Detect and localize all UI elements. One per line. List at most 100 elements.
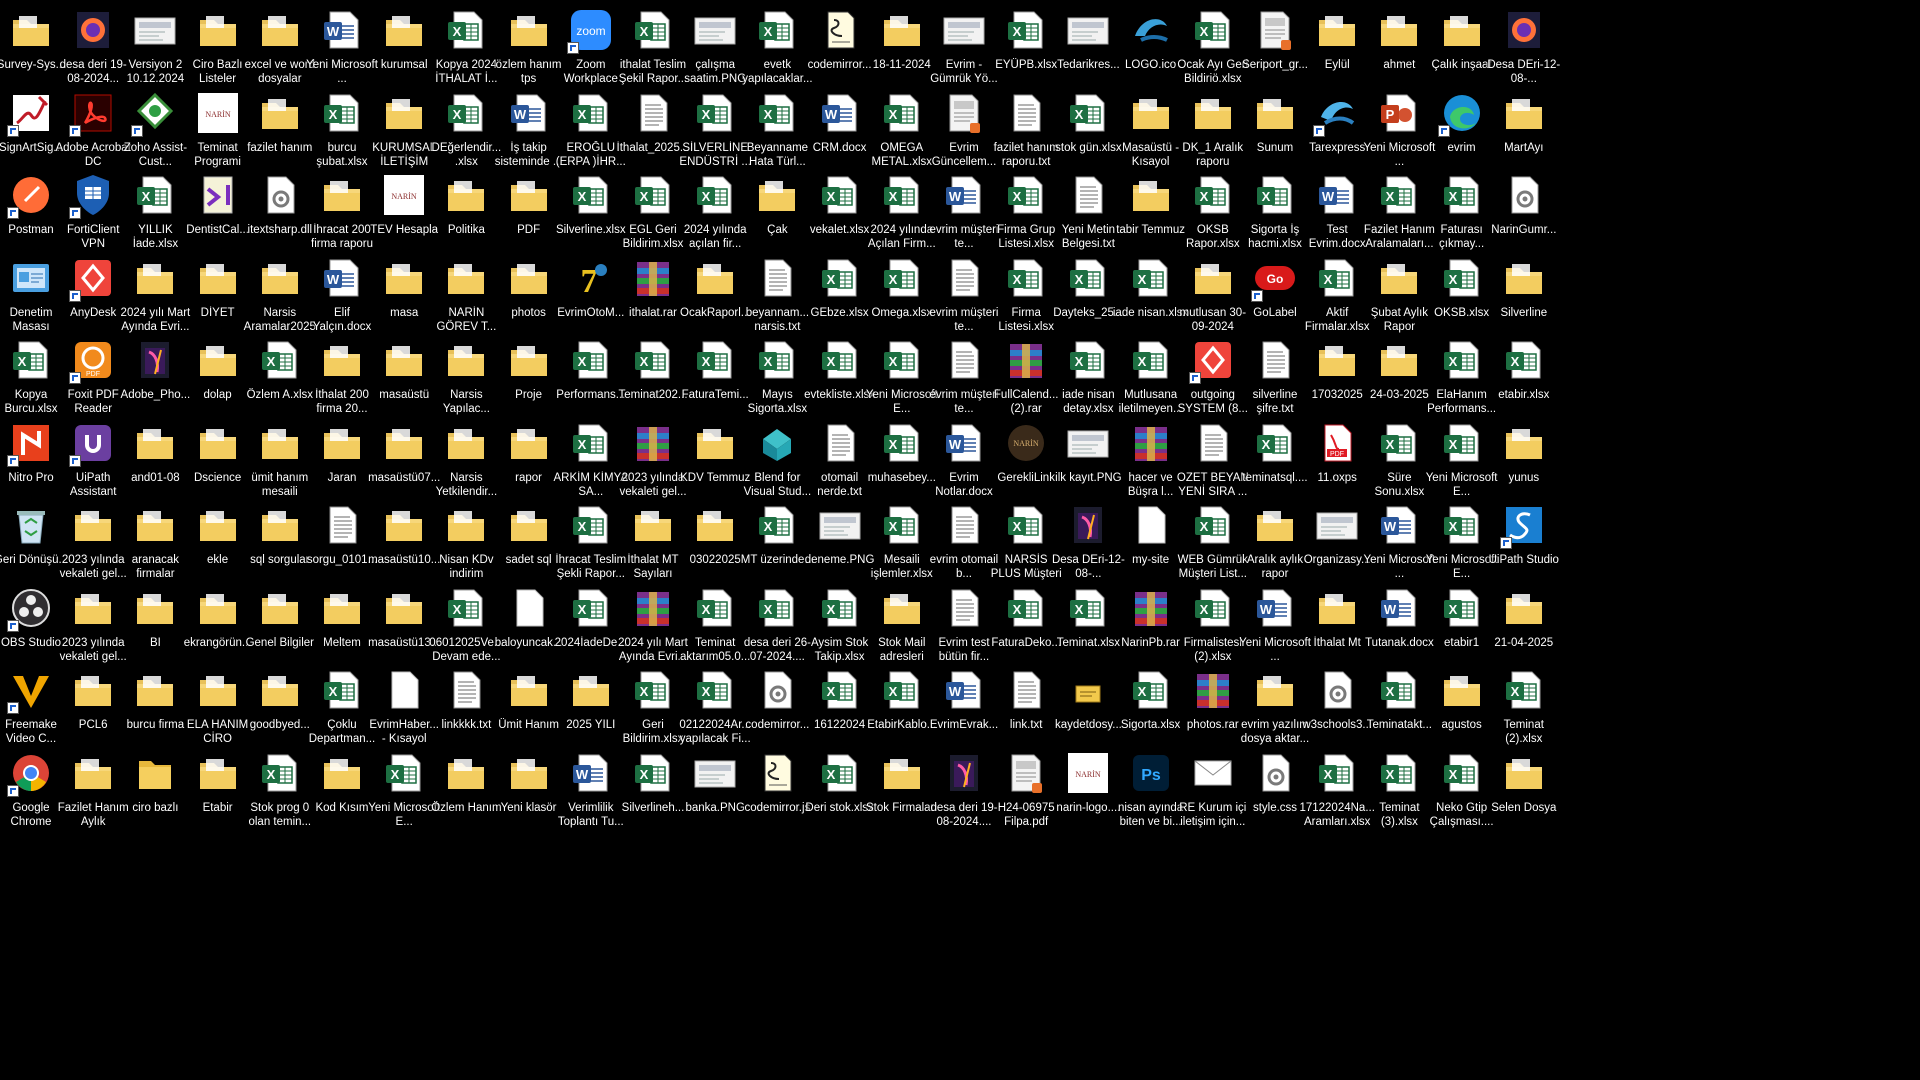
image-thumb-icon (1064, 6, 1112, 54)
folder-icon (131, 584, 179, 632)
folder-icon (1127, 89, 1175, 137)
shortcut-arrow-icon (7, 702, 19, 714)
svg-text:X: X (640, 767, 649, 782)
excel-icon: X (691, 666, 739, 714)
svg-text:X: X (702, 107, 711, 122)
folder-icon (194, 419, 242, 467)
text-icon (442, 666, 490, 714)
svg-text:X: X (266, 767, 275, 782)
shortcut-arrow-icon (1188, 372, 1201, 384)
folder-icon (256, 89, 304, 137)
shortcut-arrow-icon (7, 784, 19, 797)
desktop-icon-label: 21-04-2025 (1494, 636, 1554, 649)
folder-icon (878, 584, 926, 632)
text-icon (940, 336, 988, 384)
svg-text:X: X (1510, 684, 1519, 699)
svg-text:W: W (949, 189, 962, 204)
svg-text:X: X (1386, 437, 1395, 452)
folder-icon (1438, 666, 1486, 714)
folder-icon (1313, 6, 1361, 54)
svg-text:X: X (1448, 767, 1457, 782)
excel-icon: X (1438, 171, 1486, 219)
folder-icon (691, 419, 739, 467)
firefox-icon (69, 6, 117, 54)
folder-icon (878, 6, 926, 54)
svg-text:X: X (826, 272, 835, 287)
text-icon (940, 254, 988, 302)
signature-icon (7, 89, 55, 137)
svg-text:X: X (888, 684, 897, 699)
gear-file-icon (1251, 749, 1299, 797)
svg-text:P: P (1386, 107, 1395, 122)
svg-text:X: X (1013, 189, 1022, 204)
svg-text:X: X (764, 602, 773, 617)
folder-icon (505, 171, 553, 219)
text-icon (1189, 419, 1237, 467)
excel-icon: X (1375, 171, 1423, 219)
folder-icon (131, 666, 179, 714)
desktop-icon-label: MartAyı (1504, 141, 1544, 154)
folder-icon (318, 584, 366, 632)
svg-text:X: X (826, 684, 835, 699)
svg-text:X: X (1199, 602, 1208, 617)
svg-text:X: X (1137, 272, 1146, 287)
gear-file-icon (1313, 666, 1361, 714)
svg-text:W: W (1384, 602, 1397, 617)
text-icon (1002, 89, 1050, 137)
word-icon: W (1251, 584, 1299, 632)
desktop-icon-label: Teminat (2).xlsx (1503, 719, 1544, 745)
gear-file-icon (1500, 171, 1548, 219)
excel-icon: X (878, 419, 926, 467)
desktop-icon-label: Selen Dosya (1491, 801, 1557, 814)
excel-icon: X (1375, 666, 1423, 714)
freemake-icon (7, 666, 55, 714)
shortcut-arrow-icon (7, 619, 19, 632)
narin-logo-icon: NARİN (194, 89, 242, 137)
svg-text:X: X (764, 24, 773, 39)
folder-icon (442, 749, 490, 797)
excel-icon: X (380, 749, 428, 797)
folder-icon (380, 584, 428, 632)
folder-icon (691, 501, 739, 549)
desktop-icon[interactable]: Selen Dosya (1486, 745, 1562, 845)
excel-icon: X (691, 584, 739, 632)
powerpoint-icon: P (1375, 89, 1423, 137)
excel-icon: X (567, 584, 615, 632)
desktop-icon-label: yunus (1508, 471, 1540, 484)
svg-text:X: X (329, 107, 338, 122)
excel-icon: X (816, 171, 864, 219)
text-icon (816, 419, 864, 467)
folder-plain-icon (131, 749, 179, 797)
svg-text:X: X (266, 354, 275, 369)
svg-text:X: X (1199, 189, 1208, 204)
svg-text:X: X (1448, 519, 1457, 534)
svg-text:X: X (453, 107, 462, 122)
folder-icon (256, 254, 304, 302)
excel-icon: X (753, 501, 801, 549)
svg-text:X: X (1386, 767, 1395, 782)
svg-text:X: X (1324, 767, 1333, 782)
firefox-icon (1500, 6, 1548, 54)
folder-icon (318, 336, 366, 384)
svg-text:X: X (888, 519, 897, 534)
folder-icon (505, 501, 553, 549)
recycle-bin-icon (7, 501, 55, 549)
svg-text:X: X (702, 602, 711, 617)
document-icon (940, 89, 988, 137)
svg-text:X: X (1448, 602, 1457, 617)
excel-icon: X (1189, 171, 1237, 219)
excel-icon: X (1438, 501, 1486, 549)
folder-icon (380, 336, 428, 384)
folder-icon (194, 501, 242, 549)
excel-icon: X (7, 336, 55, 384)
svg-text:X: X (702, 189, 711, 204)
svg-text:X: X (764, 107, 773, 122)
svg-text:W: W (327, 272, 340, 287)
folder-icon (256, 584, 304, 632)
desktop[interactable]: Survey-Sys... desa deri 19-08-2024... Vers… (0, 0, 1920, 1080)
folder-icon (318, 171, 366, 219)
folder-icon (131, 419, 179, 467)
acrobat-icon (69, 89, 117, 137)
excel-icon: X (816, 749, 864, 797)
document-icon (1251, 6, 1299, 54)
